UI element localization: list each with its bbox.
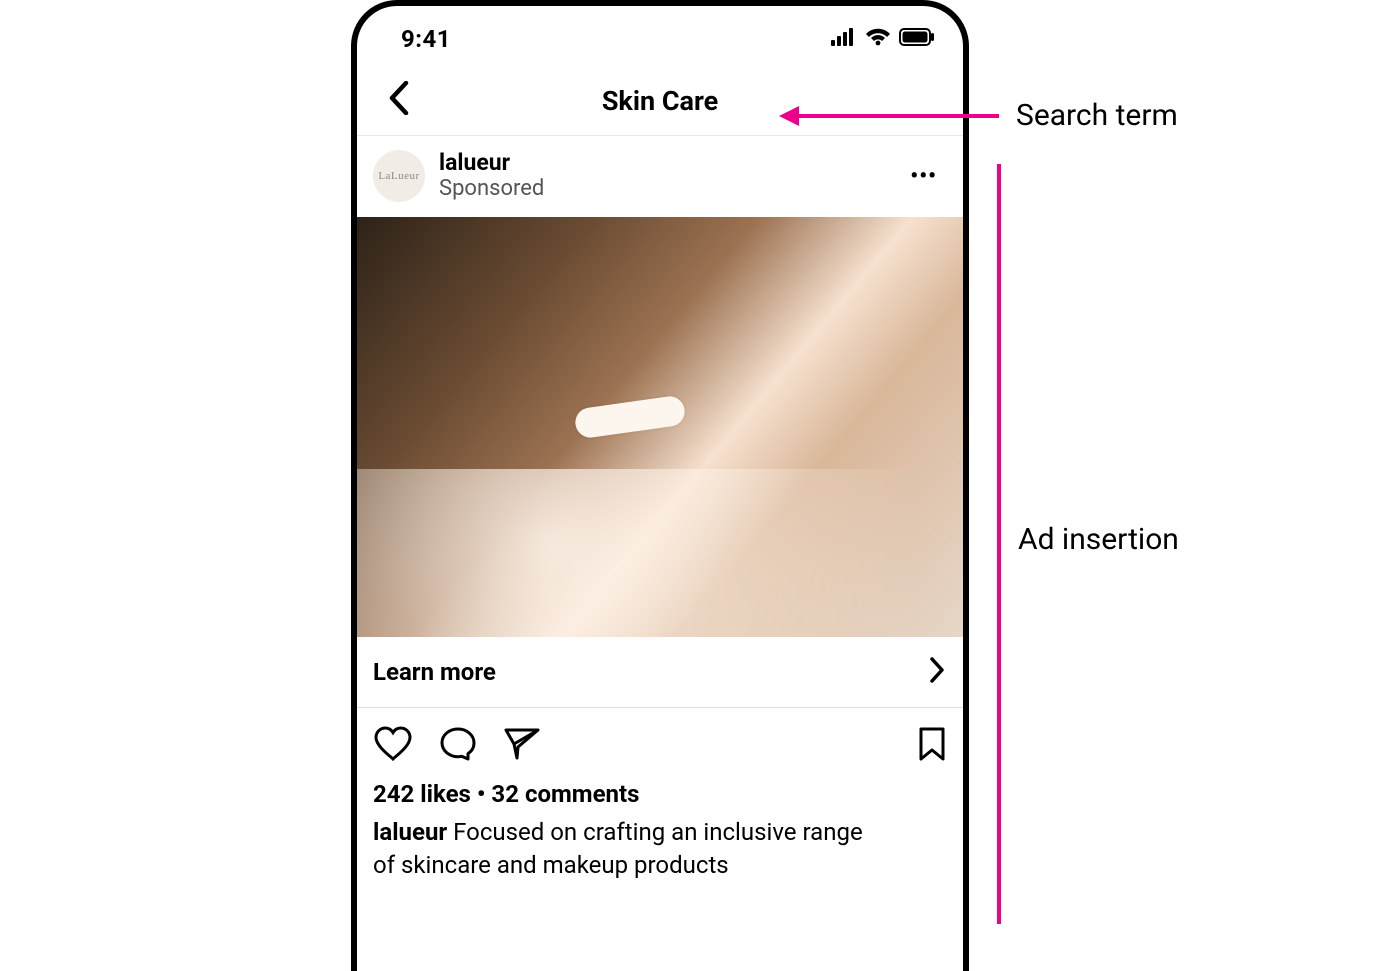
wifi-icon xyxy=(865,28,891,50)
more-button[interactable]: ••• xyxy=(898,154,949,199)
heart-icon xyxy=(373,747,413,766)
comments-word: comments xyxy=(525,780,640,808)
share-icon xyxy=(503,746,541,765)
save-button[interactable] xyxy=(917,726,947,766)
action-row xyxy=(357,708,963,778)
chevron-right-icon xyxy=(929,657,945,687)
comments-count: 32 xyxy=(491,780,519,808)
post-username[interactable]: lalueur xyxy=(439,150,898,176)
share-button[interactable] xyxy=(503,727,541,765)
status-time: 9:41 xyxy=(401,25,451,53)
comment-icon xyxy=(439,747,477,766)
avatar[interactable]: LaLueur xyxy=(373,150,425,202)
post-header: LaLueur lalueur Sponsored ••• xyxy=(357,136,963,217)
sponsored-label: Sponsored xyxy=(439,176,898,202)
more-icon: ••• xyxy=(910,164,937,189)
cta-bar[interactable]: Learn more xyxy=(357,637,963,708)
back-button[interactable] xyxy=(377,78,421,122)
caption-text: Focused on crafting an inclusive range o… xyxy=(373,818,863,879)
post-image[interactable] xyxy=(357,217,963,637)
status-bar: 9:41 xyxy=(357,6,963,66)
annotation-label-ad-insertion: Ad insertion xyxy=(1018,522,1179,557)
cta-label: Learn more xyxy=(373,658,496,686)
post-caption: lalueur Focused on crafting an inclusive… xyxy=(357,816,897,892)
comment-button[interactable] xyxy=(439,726,477,766)
cellular-icon xyxy=(831,28,857,50)
phone-frame: 9:41 Skin Care LaLueur xyxy=(351,0,969,971)
annotation-arrow-search-term xyxy=(779,104,999,128)
post-stats[interactable]: 242 likes • 32 comments xyxy=(357,778,963,816)
likes-count: 242 xyxy=(373,780,414,808)
stats-separator: • xyxy=(471,780,492,808)
bookmark-icon xyxy=(917,747,947,766)
page-title: Skin Care xyxy=(602,85,718,117)
battery-icon xyxy=(899,28,935,50)
post-user-block: lalueur Sponsored xyxy=(439,150,898,203)
likes-word-text: likes xyxy=(420,780,471,808)
annotation-label-search-term: Search term xyxy=(1016,98,1178,133)
annotation-bracket-ad-insertion xyxy=(997,164,1001,924)
caption-username[interactable]: lalueur xyxy=(373,818,447,846)
chevron-left-icon xyxy=(388,81,410,119)
like-button[interactable] xyxy=(373,726,413,766)
status-indicators xyxy=(831,28,935,50)
